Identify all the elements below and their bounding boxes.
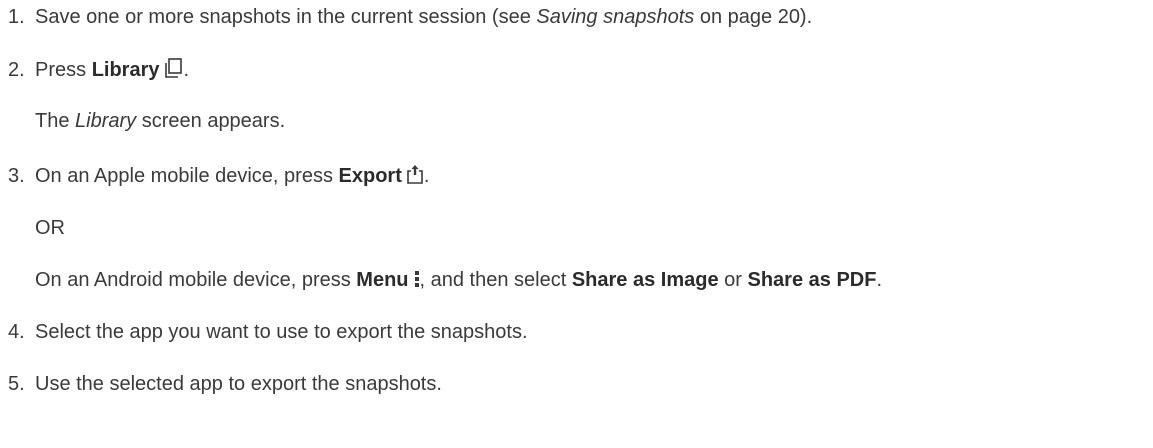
step-text: Use the selected app to export the snaps…: [35, 373, 442, 395]
step-4: 4. Select the app you want to use to expo…: [0, 320, 528, 344]
step-text: On an Apple mobile device, press: [35, 165, 339, 187]
step-2-note: The Library screen appears.: [35, 110, 286, 132]
export-icon: [406, 163, 424, 185]
step-text-after: .: [183, 59, 190, 81]
library-label: Library: [91, 59, 160, 81]
step-1: 1. Save one or more snapshots in the curr…: [0, 5, 812, 29]
step-number: 5.: [8, 373, 25, 395]
step-5: 5. Use the selected app to export the sna…: [0, 372, 442, 396]
share-as-pdf-label: Share as PDF: [747, 269, 877, 291]
step-3-android: On an Android mobile device, press Menu,…: [35, 269, 883, 291]
step-text: Save one or more snapshots in the curren…: [35, 6, 537, 28]
library-screen-name: Library: [75, 110, 137, 132]
step-text: Select the app you want to use to export…: [35, 321, 528, 343]
share-as-image-label: Share as Image: [571, 269, 719, 291]
library-icon: [164, 57, 184, 79]
step-number: 2.: [8, 59, 25, 81]
step-number: 3.: [8, 165, 25, 187]
step-text-after: .: [423, 165, 430, 187]
step-3: 3. On an Apple mobile device, press Expor…: [0, 163, 429, 188]
step-text-after: on page 20).: [694, 6, 813, 28]
cross-reference-link[interactable]: Saving snapshots: [536, 6, 694, 28]
step-number: 4.: [8, 321, 25, 343]
step-2: 2. Press Library.: [0, 57, 189, 82]
export-label: Export: [338, 165, 402, 187]
step-number: 1.: [8, 6, 25, 28]
or-separator: OR: [35, 217, 65, 239]
step-text: Press: [35, 59, 92, 81]
menu-label: Menu: [356, 269, 409, 291]
